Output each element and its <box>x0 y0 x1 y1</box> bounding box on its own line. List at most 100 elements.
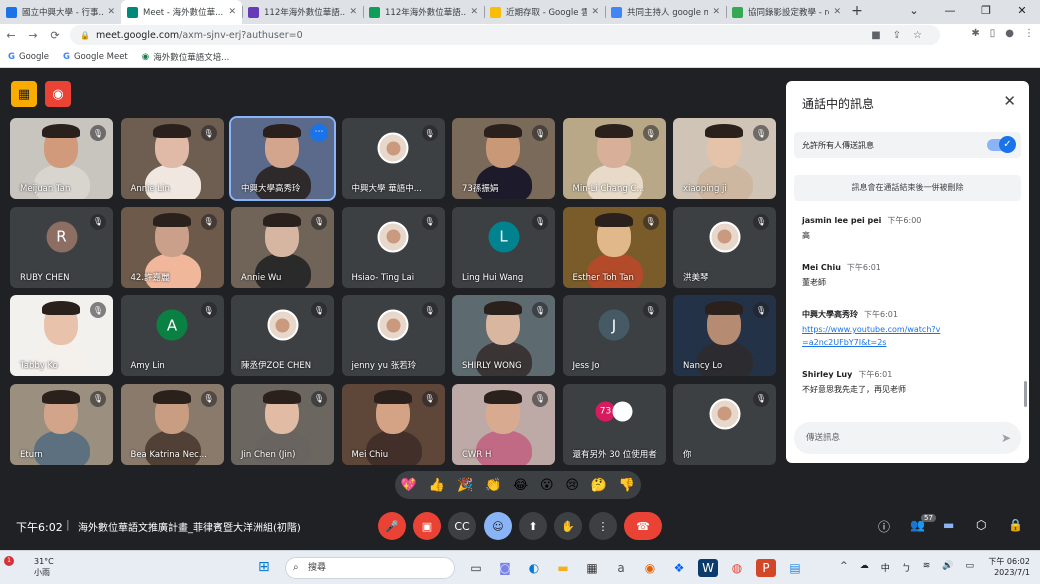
chat-app-icon[interactable]: ◙ <box>495 559 515 577</box>
participant-tile[interactable]: Esther Toh Tan 🎙 <box>562 206 666 288</box>
star-icon[interactable]: ☆ <box>913 30 922 41</box>
reaction-button[interactable]: 👍 <box>429 478 445 493</box>
bookmark-google[interactable]: G Google <box>8 52 49 62</box>
bookmark-meet[interactable]: G Google Meet <box>63 52 128 62</box>
chat-scrollbar[interactable] <box>1024 381 1027 407</box>
more-options-button[interactable]: ⋮ <box>589 512 617 540</box>
allow-messages-toggle[interactable] <box>987 136 1016 153</box>
participant-tile[interactable]: Hsiao- Ting Lai 🎙 <box>341 206 445 288</box>
participant-tile[interactable]: Jin Chen (Jin) 🎙 <box>231 383 334 465</box>
forward-button[interactable]: → <box>22 29 44 42</box>
file-explorer-icon[interactable]: ▬ <box>553 559 573 577</box>
dropbox-icon[interactable]: ❖ <box>669 559 689 577</box>
participant-tile[interactable]: Eturn 🎙 <box>10 383 113 465</box>
participant-tile[interactable]: CWR H 🎙 <box>452 383 555 465</box>
browser-tab[interactable]: Meet - 海外數位華... ✕ <box>121 0 242 24</box>
participant-tile[interactable]: Min-Li Chang C... 🎙 <box>562 118 666 199</box>
close-tab-icon[interactable]: ✕ <box>228 7 236 17</box>
participant-tile[interactable]: 中興大學高秀玲 ⋯ <box>229 116 336 201</box>
url-field[interactable]: 🔒 meet.google.com/axm-sjnv-erj?authuser=… <box>70 25 940 45</box>
windows-start-icon[interactable]: ⊞ <box>258 559 270 575</box>
participant-tile[interactable]: A Amy Lin 🎙 <box>120 295 224 376</box>
activities-icon[interactable]: ⬡ <box>976 518 986 532</box>
participant-tile[interactable]: Annie Lin 🎙 <box>120 118 224 199</box>
participant-tile[interactable]: Tabby Ko 🎙 <box>10 295 113 376</box>
browser-tab[interactable]: 112年海外數位華語... ✕ <box>363 0 484 24</box>
participant-tile[interactable]: 42.許嘉麗 🎙 <box>120 206 224 288</box>
more-options-icon[interactable]: ⋯ <box>310 124 328 142</box>
emoji-button[interactable]: ☺ <box>484 512 512 540</box>
reaction-button[interactable]: 👏 <box>485 478 501 493</box>
share-icon[interactable]: ⇪ <box>893 30 901 41</box>
camera-off-button[interactable]: ▣ <box>413 512 441 540</box>
chrome-icon[interactable]: ◍ <box>727 559 747 577</box>
cloud-icon[interactable]: ☁ <box>860 561 869 574</box>
taskbar-search[interactable]: ⌕ 搜尋 <box>285 557 455 579</box>
firefox-icon[interactable]: ◉ <box>640 559 660 577</box>
notepad-icon[interactable]: ▤ <box>785 559 805 577</box>
info-icon[interactable]: ⓘ <box>878 518 890 535</box>
chat-icon[interactable]: ▬ <box>943 518 954 532</box>
browser-tab[interactable]: 112年海外數位華語... ✕ <box>242 0 363 24</box>
task-view-icon[interactable]: ▭ <box>466 559 486 577</box>
participant-tile[interactable]: Annie Wu 🎙 <box>231 206 334 288</box>
participant-tile[interactable]: jenny yu 张若玲 🎙 <box>341 295 445 376</box>
participant-tile[interactable]: 陳丞伊ZOE CHEN 🎙 <box>231 295 334 376</box>
extensions-icon[interactable]: ✱ <box>971 28 979 39</box>
restore-button[interactable]: ❐ <box>968 0 1004 22</box>
send-icon[interactable]: ➤ <box>1001 422 1011 454</box>
mic-off-button[interactable]: 🎤 <box>378 512 406 540</box>
participant-tile[interactable]: R RUBY CHEN 🎙 <box>10 206 113 288</box>
reload-button[interactable]: ⟳ <box>44 29 66 42</box>
app-icon[interactable]: W <box>698 559 718 577</box>
minimize-button[interactable]: — <box>932 0 968 22</box>
close-tab-icon[interactable]: ✕ <box>470 7 478 17</box>
back-button[interactable]: ← <box>0 29 22 42</box>
battery-icon[interactable]: ▭ <box>965 561 974 574</box>
system-clock[interactable]: 下午 06:02 2023/7/1 <box>988 556 1030 578</box>
host-controls-icon[interactable]: 🔒 <box>1008 518 1023 532</box>
volume-icon[interactable]: 🔊 <box>942 561 953 574</box>
participant-tile[interactable]: J Jess Jo 🎙 <box>562 295 666 376</box>
chevron-down-icon[interactable]: ⌄ <box>896 0 932 22</box>
close-icon[interactable]: ✕ <box>1003 92 1016 110</box>
participant-tile[interactable]: Meijuan Tan 🎙 <box>10 118 113 199</box>
reaction-button[interactable]: 🎉 <box>457 478 473 493</box>
powerpoint-icon[interactable]: P <box>756 559 776 577</box>
participant-tile[interactable]: 73 還有另外 30 位使用者 <box>562 383 666 465</box>
participant-tile[interactable]: Mei Chiu 🎙 <box>341 383 445 465</box>
participant-tile[interactable]: L Ling Hui Wang 🎙 <box>452 206 555 288</box>
ime-mode-icon[interactable]: ㄅ <box>902 561 911 574</box>
reaction-button[interactable]: 😮 <box>540 478 554 493</box>
menu-icon[interactable]: ⋮ <box>1024 28 1034 39</box>
camera-icon[interactable]: ■ <box>871 30 880 41</box>
recording-off-icon[interactable]: ▦ <box>11 81 37 107</box>
browser-tab[interactable]: 近期存取 - Google 雲...✕ <box>484 0 605 24</box>
close-tab-icon[interactable]: ✕ <box>712 7 720 17</box>
reaction-button[interactable]: 💖 <box>401 478 417 493</box>
chevron-up-icon[interactable]: ^ <box>840 561 848 574</box>
browser-tab[interactable]: 國立中興大學 - 行事... ✕ <box>0 0 121 24</box>
browser-tab[interactable]: 共同主持人 google m...✕ <box>605 0 726 24</box>
close-tab-icon[interactable]: ✕ <box>591 7 599 17</box>
people-icon[interactable]: 👥 57 <box>910 514 936 532</box>
reaction-button[interactable]: 😂 <box>513 478 528 493</box>
participant-tile[interactable]: Nancy Lo 🎙 <box>673 295 776 376</box>
amazon-icon[interactable]: a <box>611 559 631 577</box>
participant-tile[interactable]: xiaoping ji 🎙 <box>673 118 776 199</box>
bookmark-course[interactable]: ◉ 海外數位華語文培... <box>142 51 230 63</box>
chat-input[interactable]: 傳送訊息 ➤ <box>794 422 1021 454</box>
present-button[interactable]: ⬆ <box>519 512 547 540</box>
edge-icon[interactable]: ◐ <box>524 559 544 577</box>
close-tab-icon[interactable]: ✕ <box>833 7 841 17</box>
profile-icon[interactable]: ● <box>1005 28 1014 39</box>
reaction-button[interactable]: 😢 <box>565 478 579 493</box>
close-window-button[interactable]: ✕ <box>1004 0 1040 22</box>
record-icon[interactable]: ◉ <box>45 81 71 107</box>
participant-tile[interactable]: 洪美琴 🎙 <box>673 206 776 288</box>
chat-link[interactable]: https://www.youtube.com/watch?v=a2nc2UFb… <box>802 325 940 347</box>
close-tab-icon[interactable]: ✕ <box>349 7 357 17</box>
close-tab-icon[interactable]: ✕ <box>107 7 115 17</box>
participant-tile[interactable]: SHIRLY WONG 🎙 <box>452 295 555 376</box>
sidepanel-icon[interactable]: ▯ <box>990 28 996 39</box>
